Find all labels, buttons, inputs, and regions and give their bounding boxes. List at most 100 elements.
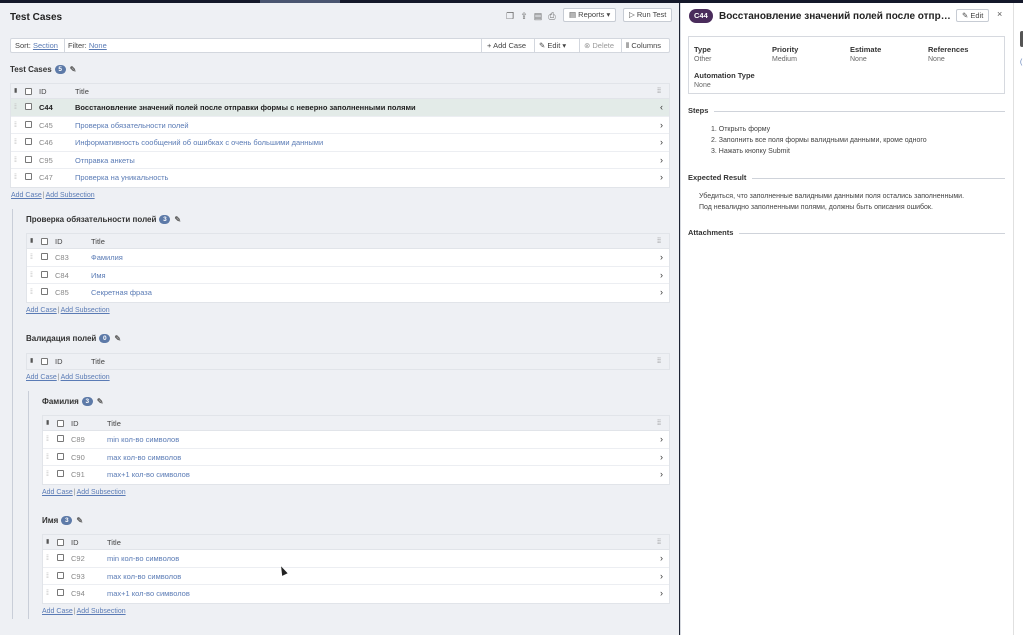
chevron-right-icon[interactable]: › — [660, 284, 663, 301]
chevron-right-icon[interactable]: › — [660, 169, 663, 186]
chevron-right-icon[interactable]: › — [660, 249, 663, 266]
case-title[interactable]: Секретная фраза — [91, 284, 152, 301]
columns-button[interactable]: ⦀ Columns — [626, 41, 661, 51]
case-title[interactable]: Информативность сообщений об ошибках с о… — [75, 134, 323, 151]
add-case-link[interactable]: Add Case — [11, 192, 42, 199]
column-id[interactable]: ID — [39, 84, 47, 99]
column-title[interactable]: Title — [91, 354, 105, 369]
table-row[interactable]: ⁞⁞ C45 Проверка обязательности полей › — [11, 116, 669, 134]
row-checkbox[interactable] — [57, 435, 64, 442]
drag-handle-icon[interactable]: ⁞⁞ — [30, 284, 33, 301]
drag-handle-icon[interactable]: ⁞⁞ — [46, 550, 49, 567]
case-title[interactable]: max+1 кол-во символов — [107, 466, 190, 483]
add-subsection-link[interactable]: Add Subsection — [77, 489, 126, 496]
column-options-icon[interactable]: ⁞⁞ — [657, 84, 661, 99]
run-test-button[interactable]: ▷ Run Test — [623, 8, 673, 22]
case-title[interactable]: min кол-во символов — [107, 550, 179, 567]
drag-handle-icon[interactable]: ⁞⁞ — [30, 249, 33, 266]
select-all-checkbox[interactable] — [25, 88, 32, 95]
drag-handle-icon[interactable]: ⁞⁞ — [46, 449, 49, 466]
drag-handle-icon[interactable]: ⁞⁞ — [46, 466, 49, 483]
case-title[interactable]: Отправка анкеты — [75, 152, 135, 169]
chevron-right-icon[interactable]: › — [660, 152, 663, 169]
table-row[interactable]: ⁞⁞ C85 Секретная фраза › — [27, 284, 669, 302]
edit-section-icon[interactable]: ✎ — [76, 516, 83, 525]
select-all-checkbox[interactable] — [57, 420, 64, 427]
edit-section-icon[interactable]: ✎ — [97, 397, 104, 406]
select-all-checkbox[interactable] — [41, 358, 48, 365]
add-subsection-link[interactable]: Add Subsection — [61, 307, 110, 314]
table-row[interactable]: ⁞⁞ C84 Имя › — [27, 266, 669, 284]
table-row[interactable]: ⁞⁞ C95 Отправка анкеты › — [11, 151, 669, 169]
case-title[interactable]: min кол-во символов — [107, 431, 179, 448]
chevron-right-icon[interactable]: › — [660, 267, 663, 284]
case-title[interactable]: max кол-во символов — [107, 449, 181, 466]
table-row[interactable]: ⁞⁞ C83 Фамилия › — [27, 249, 669, 267]
drag-handle-icon[interactable]: ⁞⁞ — [46, 585, 49, 602]
drag-handle-icon[interactable]: ⁞⁞ — [30, 267, 33, 284]
table-row[interactable]: ⁞⁞ C93 max кол-во символов › — [43, 567, 669, 585]
row-checkbox[interactable] — [41, 270, 48, 278]
add-case-link[interactable]: Add Case — [26, 374, 57, 381]
drag-handle-icon[interactable]: ⁞⁞ — [14, 134, 17, 151]
row-checkbox[interactable] — [25, 103, 32, 110]
row-checkbox[interactable] — [57, 470, 64, 477]
drag-handle-icon[interactable]: ⁞⁞ — [14, 152, 17, 169]
column-title[interactable]: Title — [75, 84, 89, 99]
table-row[interactable]: ⁞⁞ C44 Восстановление значений полей пос… — [11, 99, 669, 117]
close-icon[interactable]: × — [997, 9, 1002, 19]
column-id[interactable]: ID — [71, 416, 79, 431]
drag-handle-icon[interactable]: ⁞⁞ — [14, 169, 17, 186]
copy-icon[interactable]: ❐ — [504, 10, 516, 22]
sort-control[interactable]: Sort: Section — [15, 41, 58, 51]
row-checkbox[interactable] — [25, 138, 32, 145]
add-subsection-link[interactable]: Add Subsection — [46, 192, 95, 199]
export-icon[interactable]: ⇪ — [518, 10, 530, 22]
case-title[interactable]: Фамилия — [91, 249, 123, 266]
edit-section-icon[interactable]: ✎ — [114, 334, 121, 343]
case-title[interactable]: Проверка обязательности полей — [75, 117, 189, 134]
detail-edit-button[interactable]: ✎ Edit — [956, 9, 990, 22]
add-case-link[interactable]: Add Case — [42, 489, 73, 496]
column-title[interactable]: Title — [91, 234, 105, 249]
case-title[interactable]: Проверка на уникальность — [75, 169, 168, 186]
pdf-icon[interactable]: ▤ — [532, 10, 544, 22]
table-row[interactable]: ⁞⁞ C91 max+1 кол-во символов › — [43, 466, 669, 484]
select-all-checkbox[interactable] — [41, 238, 48, 245]
row-checkbox[interactable] — [57, 554, 64, 561]
add-case-link[interactable]: Add Case — [26, 307, 57, 314]
table-row[interactable]: ⁞⁞ C90 max кол-во символов › — [43, 448, 669, 466]
chevron-right-icon[interactable]: › — [660, 585, 663, 602]
reports-button[interactable]: ▤ Reports ▾ — [563, 8, 617, 22]
add-subsection-link[interactable]: Add Subsection — [77, 608, 126, 615]
chevron-left-icon[interactable]: ‹ — [660, 99, 663, 116]
chevron-right-icon[interactable]: › — [660, 568, 663, 585]
row-checkbox[interactable] — [57, 589, 64, 596]
row-checkbox[interactable] — [57, 452, 64, 460]
chevron-right-icon[interactable]: › — [660, 134, 663, 151]
add-case-button[interactable]: + Add Case — [487, 41, 526, 51]
table-row[interactable]: ⁞⁞ C89 min кол-во символов › — [43, 431, 669, 449]
drag-handle-icon[interactable]: ⁞⁞ — [14, 99, 17, 116]
filter-value[interactable]: None — [89, 41, 107, 50]
edit-section-icon[interactable]: ✎ — [70, 65, 77, 74]
table-row[interactable]: ⁞⁞ C92 min кол-во символов › — [43, 550, 669, 568]
delete-button[interactable]: ⊗ Delete — [584, 41, 614, 51]
column-id[interactable]: ID — [71, 535, 79, 550]
case-title[interactable]: max кол-во символов — [107, 568, 181, 585]
column-title[interactable]: Title — [107, 416, 121, 431]
edit-section-icon[interactable]: ✎ — [174, 215, 181, 224]
sort-value[interactable]: Section — [33, 41, 58, 50]
chevron-right-icon[interactable]: › — [660, 431, 663, 448]
column-options-icon[interactable]: ⁞⁞ — [657, 416, 661, 431]
select-all-checkbox[interactable] — [57, 539, 64, 546]
chevron-right-icon[interactable]: › — [660, 466, 663, 483]
drag-handle-icon[interactable]: ⁞⁞ — [46, 568, 49, 585]
row-checkbox[interactable] — [25, 173, 32, 180]
column-options-icon[interactable]: ⁞⁞ — [657, 354, 661, 369]
edit-button[interactable]: ✎ Edit ▾ — [539, 41, 566, 51]
filter-control[interactable]: Filter: None — [68, 41, 107, 51]
column-title[interactable]: Title — [107, 535, 121, 550]
chevron-right-icon[interactable]: › — [660, 449, 663, 466]
row-checkbox[interactable] — [25, 120, 32, 128]
